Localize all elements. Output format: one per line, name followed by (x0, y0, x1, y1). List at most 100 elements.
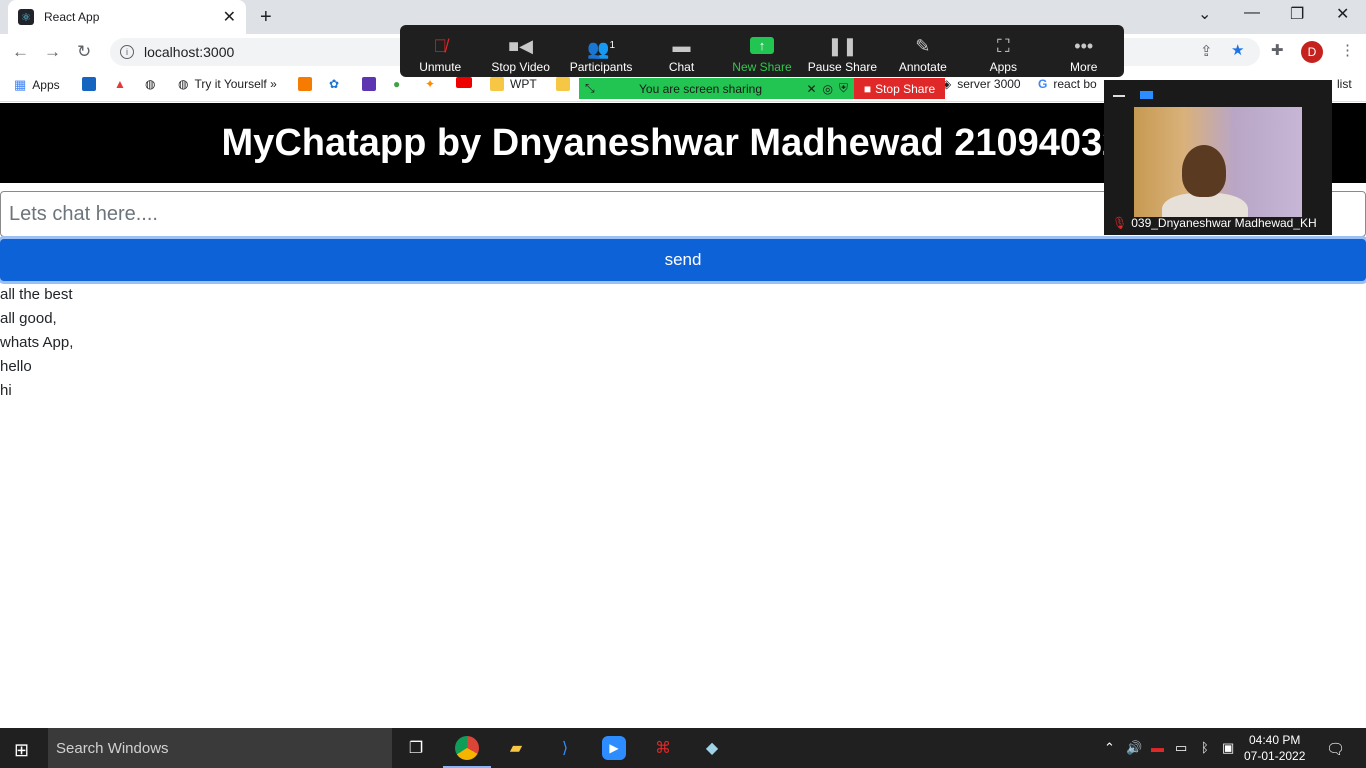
bookmark-icon-7[interactable]: ✦ (425, 77, 435, 91)
page-title: MyChatapp by Dnyaneshwar Madhewad 210940… (221, 121, 1145, 164)
network-icon[interactable]: ▣ (1222, 740, 1234, 756)
chat-button[interactable]: ▬ Chat (641, 25, 721, 77)
react-icon: ⚛ (18, 9, 34, 25)
close-tab-icon[interactable]: ✕ (223, 7, 236, 27)
windows-taskbar: ⊞ Search Windows ❐ ▰ ⟩ ▶ ⌘ ◆ ⌃ 🔊 ▬ ▭ ᛒ ▣… (0, 728, 1366, 768)
bookmark-wpt[interactable]: WPT (490, 77, 537, 91)
video-panel-controls (1104, 80, 1332, 106)
extensions-icon[interactable]: ✚ (1271, 41, 1284, 59)
share-icon[interactable]: ⇪ (1200, 42, 1213, 60)
bookmark-list[interactable]: list (1337, 77, 1352, 91)
restore-icon[interactable]: ❐ (1290, 4, 1304, 24)
participant-label: 🎙 039_Dnyaneshwar Madhewad_KH (1112, 216, 1317, 230)
pause-share-button[interactable]: ❚❚ Pause Share (802, 25, 882, 77)
taskbar-search[interactable]: Search Windows (48, 728, 392, 768)
apps-button[interactable]: ⛶ Apps (963, 25, 1043, 77)
bookmark-icon-4[interactable]: ✿ (329, 77, 339, 91)
folder-icon-2[interactable] (556, 77, 570, 91)
view-toggle-icon[interactable] (1140, 91, 1153, 99)
more-button[interactable]: ••• More (1044, 25, 1124, 77)
windows-start-icon[interactable]: ⊞ (14, 740, 29, 761)
new-tab-icon[interactable]: + (260, 6, 272, 29)
chrome-icon[interactable] (455, 736, 479, 760)
blogger-icon[interactable] (298, 77, 312, 91)
bluetooth-icon[interactable]: ᛒ (1201, 740, 1209, 755)
tab-search-icon[interactable]: ⌄ (1198, 4, 1211, 24)
share-arrow-icon: ↑ (749, 37, 774, 54)
sharing-status[interactable]: ⤡ You are screen sharing ✕ ◎ ⛨ (579, 78, 854, 99)
bookmark-try-it[interactable]: ◍ Try it Yourself » (178, 77, 277, 91)
message-item: all good, (0, 310, 57, 327)
chat-bubble-icon: ▬ (672, 36, 691, 56)
window-close-icon[interactable]: ✕ (1336, 4, 1349, 24)
bookmark-star-icon[interactable]: ★ (1231, 41, 1244, 59)
info-icon[interactable]: i (120, 45, 134, 59)
bookmark-react[interactable]: G react bo (1038, 77, 1097, 91)
annotate-button[interactable]: ✎ Annotate (883, 25, 963, 77)
globe-icon: ◍ (178, 77, 189, 91)
profile-avatar[interactable]: D (1301, 41, 1323, 63)
back-icon[interactable]: ← (12, 42, 29, 62)
vscode-icon[interactable]: ⟩ (553, 736, 577, 760)
new-share-button[interactable]: ↑ New Share (722, 25, 802, 77)
tab-react-app[interactable]: ⚛ React App ✕ (8, 0, 246, 34)
task-view-icon[interactable]: ❐ (404, 736, 428, 760)
bookmark-icon-1[interactable] (82, 77, 96, 91)
stop-share-button[interactable]: ■ Stop Share (854, 78, 945, 99)
more-dots-icon: ••• (1074, 36, 1094, 56)
status-icon: ◎ (822, 81, 833, 96)
muted-mic-icon: 🎙̸ (433, 36, 447, 56)
pause-icon: ❚❚ (827, 36, 858, 56)
menu-icon[interactable]: ⋮ (1340, 41, 1355, 59)
participant-video (1134, 107, 1302, 217)
tray-chevron-icon[interactable]: ⌃ (1104, 740, 1115, 756)
zoom-meeting-toolbar: 🎙̸ Unmute ■◀ Stop Video 👥1 Participants … (400, 25, 1124, 77)
bookmark-icon-2[interactable]: ▲ (114, 77, 126, 91)
bookmark-apps[interactable]: ▦ Apps (14, 77, 60, 93)
video-camera-icon: ■◀ (508, 36, 534, 56)
participants-icon: 👥1 (587, 39, 616, 59)
notifications-icon[interactable]: 🗨 (1326, 740, 1345, 758)
file-explorer-icon[interactable]: ▰ (504, 736, 528, 760)
message-item: whats App, (0, 334, 74, 351)
tray-app-icon[interactable]: ▬ (1151, 740, 1164, 755)
forward-icon[interactable]: → (44, 42, 61, 62)
volume-icon[interactable]: 🔊 (1126, 740, 1142, 756)
send-button[interactable]: send (0, 239, 1366, 281)
bookmark-icon-6[interactable]: ● (393, 77, 400, 91)
folder-icon (490, 77, 504, 91)
bookmark-server[interactable]: ◈ server 3000 (942, 77, 1021, 91)
youtube-icon[interactable] (456, 77, 472, 88)
screen-sharing-banner: ⤡ You are screen sharing ✕ ◎ ⛨ ■ Stop Sh… (579, 78, 945, 99)
drag-handle-icon[interactable]: ⤡ (585, 81, 595, 96)
acrobat-icon[interactable]: ⌘ (651, 736, 675, 760)
app-icon[interactable]: ◆ (700, 736, 724, 760)
stop-video-button[interactable]: ■◀ Stop Video (480, 25, 560, 77)
url-text: localhost:3000 (144, 44, 235, 60)
stop-square-icon: ■ (863, 81, 872, 96)
bookmark-icon-3[interactable]: ◍ (145, 77, 155, 91)
mic-off-icon: ✕ (806, 81, 817, 96)
message-list: all the best all good, whats App, hello … (0, 283, 73, 403)
bookmark-icon-5[interactable] (362, 77, 376, 91)
apps-grid-icon: ▦ (14, 77, 27, 92)
apps-icon: ⛶ (996, 36, 1010, 56)
unmute-button[interactable]: 🎙̸ Unmute (400, 25, 480, 77)
reload-icon[interactable]: ↻ (77, 42, 91, 62)
pencil-icon: ✎ (915, 36, 931, 56)
muted-mic-icon: 🎙 (1112, 216, 1128, 230)
tab-title: React App (44, 10, 100, 24)
taskbar-clock[interactable]: 04:40 PM 07-01-2022 (1244, 732, 1305, 764)
participants-button[interactable]: 👥1 Participants (561, 25, 641, 77)
minimize-icon[interactable]: — (1244, 4, 1260, 22)
minimize-video-icon[interactable] (1113, 95, 1125, 97)
message-item: hi (0, 382, 12, 399)
zoom-app-icon[interactable]: ▶ (602, 736, 626, 760)
message-item: all the best (0, 286, 73, 303)
video-thumbnail-panel[interactable]: 🎙 039_Dnyaneshwar Madhewad_KH (1104, 80, 1332, 235)
google-icon: G (1038, 77, 1048, 91)
shield-icon: ⛨ (838, 81, 848, 95)
message-item: hello (0, 358, 32, 375)
battery-icon[interactable]: ▭ (1175, 740, 1187, 756)
person-head (1182, 145, 1226, 197)
